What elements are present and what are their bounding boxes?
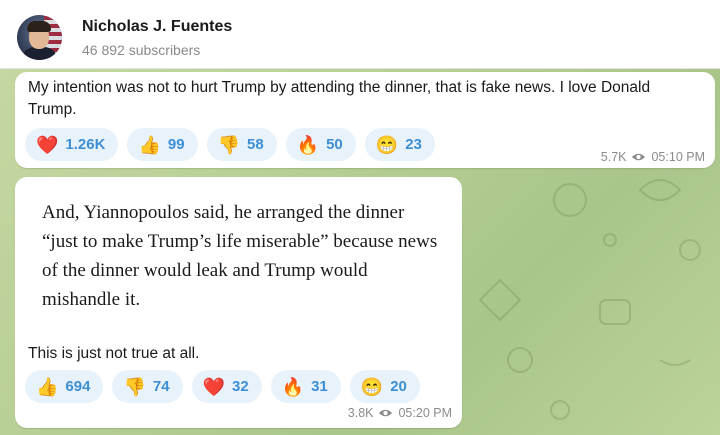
reaction-thumbs-down[interactable]: 👎 74 — [112, 370, 183, 403]
thumbs-up-icon: 👍 — [36, 376, 59, 397]
fire-icon: 🔥 — [281, 376, 305, 397]
message-time: 05:20 PM — [398, 406, 452, 420]
thumbs-down-icon: 👎 — [123, 376, 146, 397]
reaction-grin[interactable]: 😁 20 — [349, 370, 420, 403]
message-bubble[interactable]: And, Yiannopoulos said, he arranged the … — [15, 177, 462, 428]
eye-icon — [379, 409, 393, 417]
grin-icon: 😁 — [360, 376, 384, 397]
reaction-heart[interactable]: ❤️ 32 — [191, 370, 262, 403]
reaction-count: 694 — [65, 378, 91, 395]
message-meta: 3.8K 05:20 PM — [348, 406, 452, 420]
heart-icon: ❤️ — [36, 134, 59, 155]
message-text: My intention was not to hurt Trump by at… — [28, 79, 651, 118]
reaction-count: 23 — [405, 136, 422, 153]
message-meta: 5.7K 05:10 PM — [601, 150, 705, 164]
channel-name[interactable]: Nicholas J. Fuentes — [82, 18, 232, 36]
thumbs-up-icon: 👍 — [138, 134, 161, 155]
fire-icon: 🔥 — [296, 134, 320, 155]
thumbs-down-icon: 👎 — [217, 134, 240, 155]
message-text: This is just not true at all. — [28, 345, 200, 362]
reaction-thumbs-up[interactable]: 👍 99 — [127, 128, 198, 161]
channel-header[interactable]: Nicholas J. Fuentes 46 892 subscribers — [0, 0, 720, 69]
reaction-count: 31 — [311, 378, 328, 395]
message-bubble[interactable]: My intention was not to hurt Trump by at… — [15, 72, 715, 168]
reaction-count: 20 — [390, 378, 407, 395]
reaction-count: 1.26K — [65, 136, 106, 153]
eye-icon — [632, 153, 646, 161]
reaction-count: 74 — [152, 378, 170, 395]
reaction-heart[interactable]: ❤️ 1.26K — [25, 128, 119, 161]
view-count: 5.7K — [600, 150, 627, 164]
channel-avatar[interactable] — [17, 15, 62, 60]
reaction-count: 99 — [167, 136, 185, 153]
reactions-bar: ❤️ 1.26K 👍 99 👎 58 🔥 50 😁 23 — [25, 128, 444, 161]
reaction-thumbs-down[interactable]: 👎 58 — [206, 128, 277, 161]
reaction-fire[interactable]: 🔥 31 — [270, 370, 341, 403]
quoted-image-text: And, Yiannopoulos said, he arranged the … — [42, 202, 438, 310]
message-time: 05:10 PM — [651, 150, 705, 164]
subscriber-count: 46 892 subscribers — [82, 42, 201, 58]
reaction-grin[interactable]: 😁 23 — [364, 128, 435, 161]
reaction-thumbs-up[interactable]: 👍 694 — [25, 370, 104, 403]
grin-icon: 😁 — [375, 134, 399, 155]
reaction-count: 50 — [326, 136, 343, 153]
reaction-count: 58 — [246, 136, 264, 153]
reaction-fire[interactable]: 🔥 50 — [285, 128, 356, 161]
reactions-bar: 👍 694 👎 74 ❤️ 32 🔥 31 😁 20 — [25, 370, 429, 403]
view-count: 3.8K — [347, 406, 374, 420]
heart-icon: ❤️ — [202, 376, 225, 397]
reaction-count: 32 — [231, 378, 249, 395]
